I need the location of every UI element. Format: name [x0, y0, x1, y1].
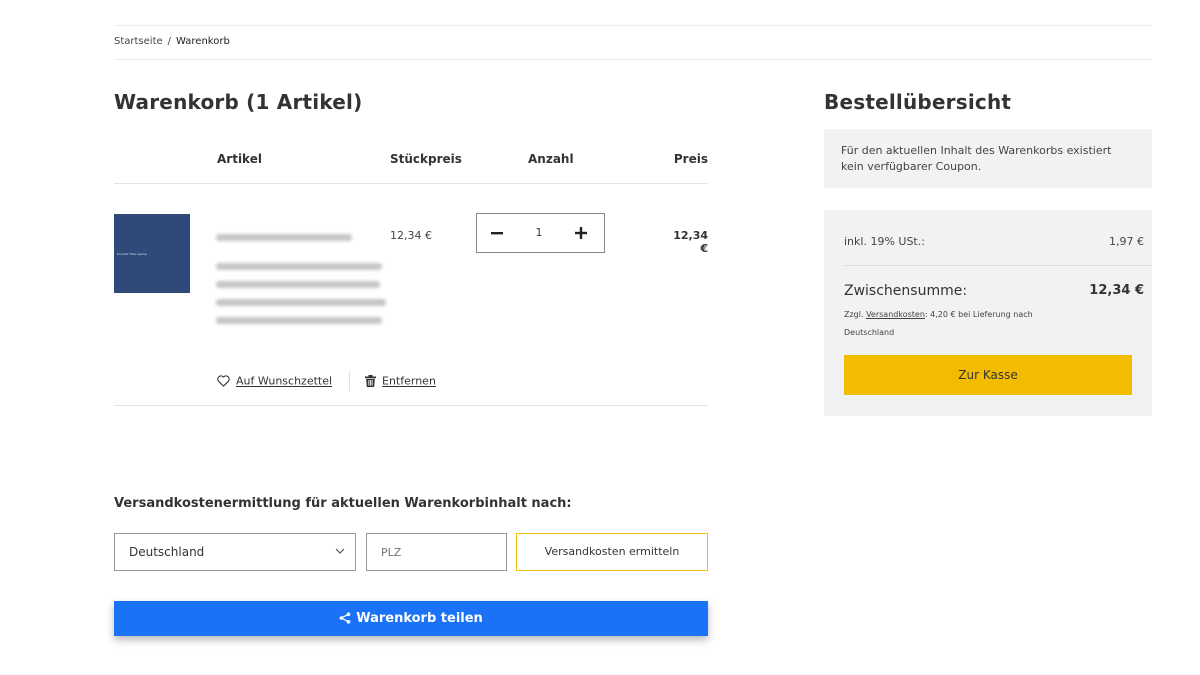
table-header-divider [114, 183, 708, 184]
item-unit-price: 12,34 € [390, 229, 432, 242]
table-row-divider [114, 405, 708, 406]
shipping-costs-link[interactable]: Versandkosten [866, 310, 925, 319]
share-cart-label: Warenkorb teilen [356, 611, 483, 626]
subtotal-label: Zwischensumme: [844, 283, 968, 299]
country-select-value: Deutschland [129, 545, 205, 559]
top-divider [114, 25, 1152, 26]
plus-icon [575, 227, 587, 239]
breadcrumb: Startseite / Warenkorb [114, 36, 230, 47]
order-summary-title: Bestellübersicht [824, 90, 1012, 114]
remove-button[interactable]: Entfernen [365, 374, 436, 388]
item-line-total: 12,34 € [673, 229, 708, 255]
product-detail-line [216, 281, 380, 288]
subtotal-value: 12,34 € [1089, 283, 1144, 298]
shipping-cost-note: Zzgl. Versandkosten: 4,20 € bei Lieferun… [844, 306, 1084, 342]
share-icon [339, 611, 351, 624]
coupon-notice: Für den aktuellen Inhalt des Warenkorbs … [824, 129, 1152, 188]
calculate-shipping-button[interactable]: Versandkosten ermitteln [516, 533, 708, 571]
product-thumbnail[interactable]: Produkt Titel Laptop [114, 214, 190, 293]
shipping-estimate-title: Versandkostenermittlung für aktuellen Wa… [114, 496, 572, 511]
quantity-value[interactable]: 1 [529, 226, 549, 239]
remove-label: Entfernen [382, 374, 436, 388]
column-header-unit-price: Stückpreis [390, 152, 462, 166]
totals-panel: inkl. 19% USt.: 1,97 € Zwischensumme: 12… [824, 210, 1152, 416]
totals-divider [844, 265, 1152, 266]
cart-title: Warenkorb (1 Artikel) [114, 90, 363, 114]
checkout-button[interactable]: Zur Kasse [844, 355, 1132, 395]
product-name-blurred[interactable] [216, 234, 352, 241]
quantity-stepper: 1 [476, 213, 605, 253]
breadcrumb-home-link[interactable]: Startseite [114, 36, 163, 47]
wishlist-label: Auf Wunschzettel [236, 374, 333, 388]
country-select[interactable]: Deutschland [114, 533, 356, 571]
wishlist-button[interactable]: Auf Wunschzettel [217, 374, 332, 388]
quantity-increase-button[interactable] [569, 222, 593, 244]
quantity-decrease-button[interactable] [487, 222, 507, 244]
heart-icon [217, 375, 230, 387]
product-detail-line [216, 263, 382, 270]
share-cart-button[interactable]: Warenkorb teilen [114, 601, 708, 636]
zip-code-input[interactable] [366, 533, 507, 571]
product-thumbnail-caption: Produkt Titel Laptop [117, 252, 148, 256]
breadcrumb-separator: / [167, 36, 172, 47]
trash-icon [365, 375, 376, 387]
column-header-article: Artikel [217, 152, 262, 166]
vat-label: inkl. 19% USt.: [844, 235, 925, 248]
minus-icon [491, 232, 503, 235]
chevron-down-icon [335, 548, 345, 554]
product-detail-line [216, 317, 382, 324]
shipping-note-prefix: Zzgl. [844, 310, 864, 319]
vat-value: 1,97 € [1109, 235, 1144, 248]
breadcrumb-divider [114, 59, 1152, 60]
breadcrumb-current: Warenkorb [176, 36, 230, 47]
action-divider [349, 371, 350, 391]
product-detail-line [216, 299, 386, 306]
column-header-price: Preis [673, 152, 708, 166]
column-header-quantity: Anzahl [528, 152, 574, 166]
